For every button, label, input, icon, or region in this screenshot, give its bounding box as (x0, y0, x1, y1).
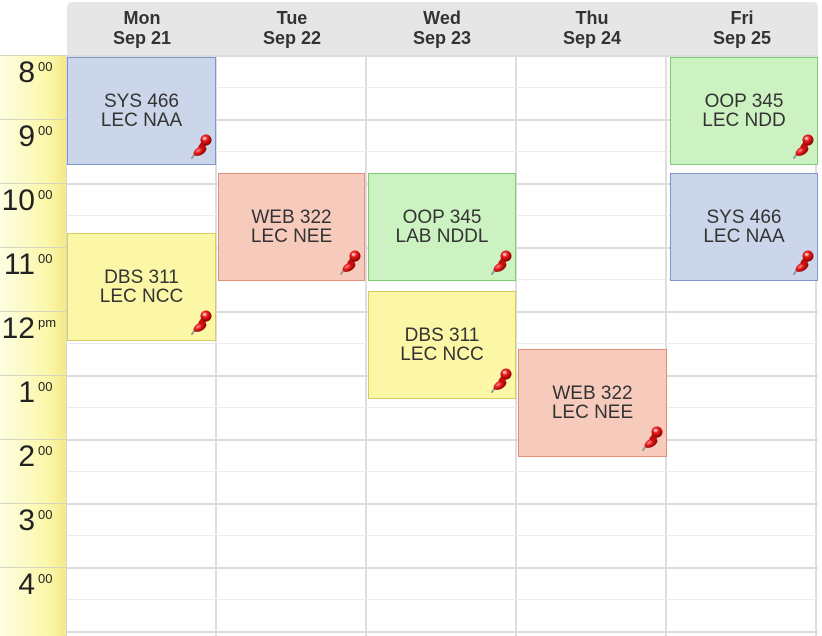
hour-label: 9 00 (0, 119, 67, 183)
day-date: Sep 21 (112, 28, 172, 48)
day-column-thu[interactable] (517, 55, 667, 636)
hour-label: 3 00 (0, 503, 67, 567)
pushpin-icon[interactable] (791, 250, 815, 276)
day-header-mon[interactable]: Mon Sep 21 (67, 2, 217, 55)
hour-label: 10 00 (0, 183, 67, 247)
day-header-thu[interactable]: Thu Sep 24 (517, 2, 667, 55)
hour-label: 4 00 (0, 567, 67, 631)
day-header-fri[interactable]: Fri Sep 25 (667, 2, 817, 55)
hour-gridline (67, 503, 818, 505)
day-date: Sep 24 (562, 28, 622, 48)
pushpin-icon[interactable] (338, 250, 362, 276)
event-dbs311-mon[interactable]: DBS 311 LEC NCC (67, 233, 216, 341)
half-hour-gridline (67, 471, 818, 472)
event-sys466-fri[interactable]: SYS 466 LEC NAA (670, 173, 818, 281)
day-column-tue[interactable] (217, 55, 367, 636)
hour-label: 8 00 (0, 55, 67, 119)
event-dbs311-wed[interactable]: DBS 311 LEC NCC (368, 291, 516, 399)
hour-label: 11 00 (0, 247, 67, 311)
hour-label: 2 00 (0, 439, 67, 503)
hour-gridline (67, 439, 818, 441)
day-header-wed[interactable]: Wed Sep 23 (367, 2, 517, 55)
time-gutter: 8 00 9 00 10 00 11 00 12 pm 1 00 2 00 3 … (0, 55, 67, 636)
pushpin-icon[interactable] (489, 250, 513, 276)
event-oop345-wed[interactable]: OOP 345 LAB NDDL (368, 173, 516, 281)
day-name: Wed (423, 8, 461, 28)
pushpin-icon[interactable] (189, 134, 213, 160)
pushpin-icon[interactable] (791, 134, 815, 160)
event-web322-tue[interactable]: WEB 322 LEC NEE (218, 173, 365, 281)
pushpin-icon[interactable] (489, 368, 513, 394)
day-date: Sep 25 (712, 28, 772, 48)
day-name: Fri (730, 8, 754, 28)
day-header-tue[interactable]: Tue Sep 22 (217, 2, 367, 55)
half-hour-gridline (67, 407, 818, 408)
pushpin-icon[interactable] (640, 426, 664, 452)
event-web322-thu[interactable]: WEB 322 LEC NEE (518, 349, 667, 457)
day-date: Sep 22 (262, 28, 322, 48)
day-name: Tue (276, 8, 308, 28)
event-oop345-fri[interactable]: OOP 345 LEC NDD (670, 57, 818, 165)
day-name: Mon (123, 8, 161, 28)
half-hour-gridline (67, 535, 818, 536)
event-sys466-mon[interactable]: SYS 466 LEC NAA (67, 57, 216, 165)
pushpin-icon[interactable] (189, 310, 213, 336)
week-header: Mon Sep 21 Tue Sep 22 Wed Sep 23 Thu Sep… (67, 2, 818, 55)
hour-gridline (67, 567, 818, 569)
day-name: Thu (575, 8, 609, 28)
hour-label: 1 00 (0, 375, 67, 439)
day-date: Sep 23 (412, 28, 472, 48)
half-hour-gridline (67, 599, 818, 600)
hour-gridline (67, 631, 818, 633)
hour-label: 12 pm (0, 311, 67, 375)
